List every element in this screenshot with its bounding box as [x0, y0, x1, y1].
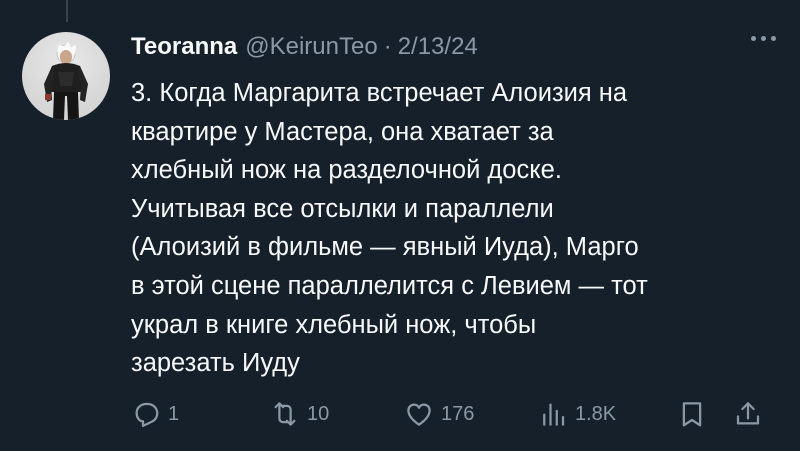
avatar-image: [44, 42, 88, 120]
display-name[interactable]: Teoranna: [131, 33, 237, 61]
more-horizontal-icon: [751, 36, 756, 41]
retweet-icon: [274, 402, 296, 426]
share-button[interactable]: [733, 396, 763, 432]
tweet-header: Teoranna @KeirunTeo · 2/13/24: [131, 33, 478, 63]
views-count: 1.8K: [575, 402, 617, 425]
more-horizontal-icon: [761, 36, 766, 41]
like-button[interactable]: 176: [404, 396, 474, 432]
share-icon: [736, 402, 760, 425]
tweet-text: 3. Когда Маргарита встречает Алоизия на …: [131, 79, 648, 378]
more-horizontal-icon: [771, 36, 776, 41]
views-button[interactable]: 1.8K: [538, 396, 616, 432]
reply-button[interactable]: 1: [131, 396, 179, 432]
bookmark-icon: [682, 402, 702, 427]
tweet-actions: 1 10 176 1.8K: [131, 396, 771, 432]
avatar[interactable]: [22, 32, 110, 120]
user-handle[interactable]: @KeirunTeo: [245, 33, 377, 61]
views-icon: [543, 403, 565, 426]
thread-connector-line: [66, 0, 68, 22]
heart-icon: [407, 403, 431, 426]
retweet-button[interactable]: 10: [270, 396, 329, 432]
reply-count: 1: [168, 402, 180, 425]
bookmark-button[interactable]: [677, 396, 707, 432]
tweet-date[interactable]: 2/13/24: [398, 33, 478, 61]
header-separator: ·: [383, 33, 392, 60]
more-options-button[interactable]: [751, 36, 776, 41]
like-count: 176: [441, 402, 475, 425]
retweet-count: 10: [307, 402, 330, 425]
reply-icon: [135, 402, 159, 427]
